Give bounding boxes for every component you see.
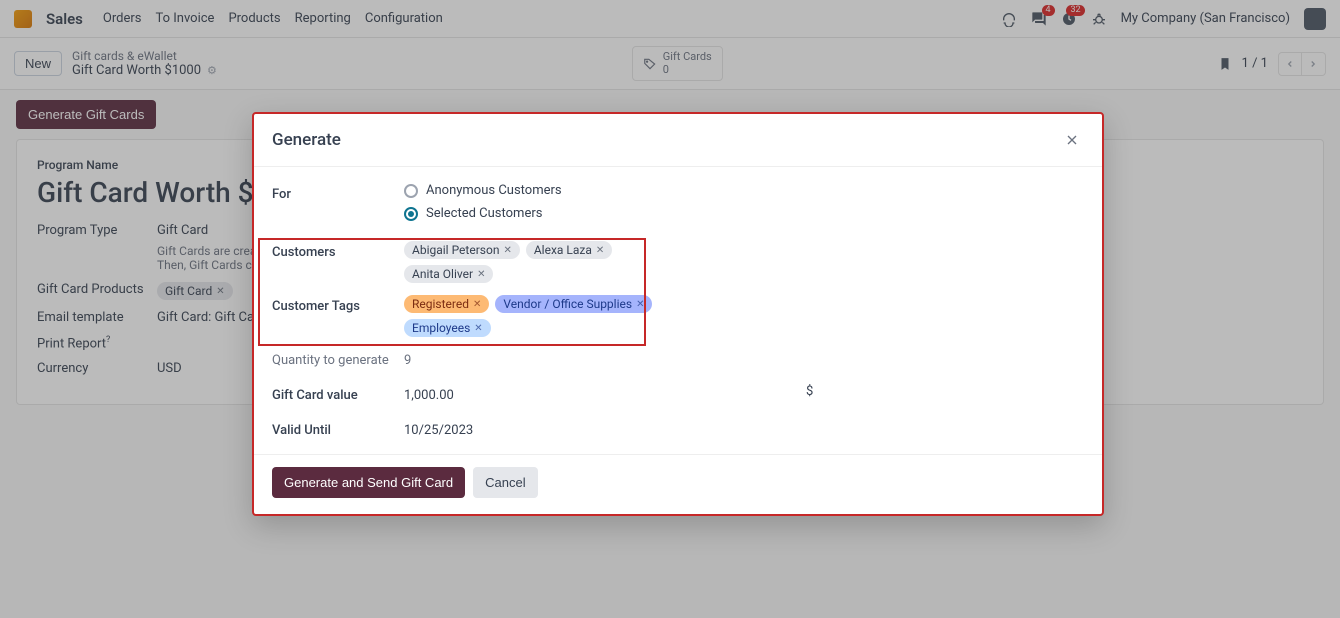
value-label: Gift Card value xyxy=(272,384,404,403)
tag-remove-icon[interactable]: ✕ xyxy=(477,269,485,280)
for-selected-option[interactable]: Selected Customers xyxy=(404,206,1084,221)
radio-checked-icon xyxy=(404,207,418,221)
gift-card-value-input[interactable]: 1,000.00 xyxy=(404,384,1084,407)
qty-value: 9 xyxy=(404,349,1084,372)
cancel-button[interactable]: Cancel xyxy=(473,467,537,498)
modal-title: Generate xyxy=(272,130,341,150)
customers-label: Customers xyxy=(272,241,404,260)
customer-tag[interactable]: Alexa Laza ✕ xyxy=(526,241,612,259)
tag-text: Anita Oliver xyxy=(412,267,473,281)
tag-remove-icon[interactable]: ✕ xyxy=(636,299,644,310)
for-anonymous-option[interactable]: Anonymous Customers xyxy=(404,183,1084,198)
valid-until-input[interactable]: 10/25/2023 xyxy=(404,419,1084,442)
tag-remove-icon[interactable]: ✕ xyxy=(596,245,604,256)
for-selected-label: Selected Customers xyxy=(426,206,542,221)
customer-tag[interactable]: Anita Oliver ✕ xyxy=(404,265,493,283)
qty-label: Quantity to generate xyxy=(272,349,404,368)
generate-modal: Generate For Anonymous Customers Selecte… xyxy=(252,112,1104,516)
tag-text: Alexa Laza xyxy=(534,243,592,257)
for-label: For xyxy=(272,183,404,202)
modal-close-button[interactable] xyxy=(1060,128,1084,152)
tag-remove-icon[interactable]: ✕ xyxy=(473,299,481,310)
generate-send-button[interactable]: Generate and Send Gift Card xyxy=(272,467,465,498)
customer-category-tag[interactable]: Registered ✕ xyxy=(404,295,489,313)
currency-symbol: $ xyxy=(806,384,813,399)
for-anonymous-label: Anonymous Customers xyxy=(426,183,562,198)
customer-category-tag[interactable]: Vendor / Office Supplies ✕ xyxy=(495,295,652,313)
tag-text: Vendor / Office Supplies xyxy=(503,297,632,311)
radio-icon xyxy=(404,184,418,198)
valid-until-label: Valid Until xyxy=(272,419,404,438)
tag-remove-icon[interactable]: ✕ xyxy=(474,323,482,334)
tag-text: Abigail Peterson xyxy=(412,243,499,257)
customer-tags-label: Customer Tags xyxy=(272,295,404,314)
tag-text: Employees xyxy=(412,321,470,335)
customers-field[interactable]: Abigail Peterson✕Alexa Laza✕Anita Oliver… xyxy=(404,241,664,283)
tag-remove-icon[interactable]: ✕ xyxy=(503,245,511,256)
customer-category-tag[interactable]: Employees ✕ xyxy=(404,319,491,337)
customer-tags-field[interactable]: Registered✕Vendor / Office Supplies✕Empl… xyxy=(404,295,704,337)
customer-tag[interactable]: Abigail Peterson ✕ xyxy=(404,241,520,259)
tag-text: Registered xyxy=(412,297,469,311)
